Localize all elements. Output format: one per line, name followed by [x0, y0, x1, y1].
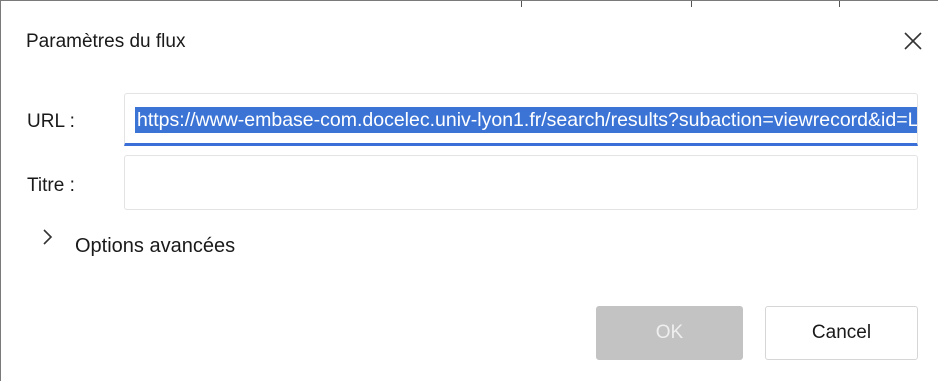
- url-label: URL :: [27, 111, 75, 132]
- titre-label: Titre :: [27, 175, 75, 196]
- url-input[interactable]: https://www-embase-com.docelec.univ-lyon…: [124, 93, 918, 146]
- dialog-title: Paramètres du flux: [26, 31, 186, 52]
- close-icon: [904, 32, 922, 50]
- advanced-options-label: Options avancées: [75, 235, 236, 257]
- advanced-options-toggle[interactable]: Options avancées: [41, 221, 301, 265]
- cancel-button[interactable]: Cancel: [765, 306, 918, 360]
- ok-button[interactable]: OK: [596, 306, 743, 360]
- feed-settings-dialog: Paramètres du flux URL : https://www-emb…: [0, 0, 938, 381]
- close-button[interactable]: [899, 27, 927, 55]
- titre-input[interactable]: [124, 155, 918, 210]
- url-input-selected-text[interactable]: https://www-embase-com.docelec.univ-lyon…: [135, 107, 917, 133]
- title-bar: Paramètres du flux: [1, 1, 938, 83]
- chevron-right-icon: [43, 229, 53, 245]
